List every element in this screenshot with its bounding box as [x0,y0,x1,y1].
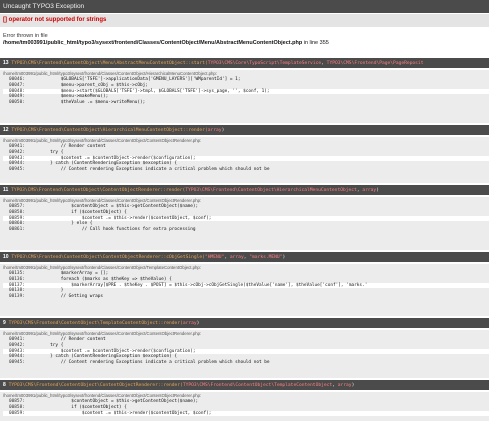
frame-argument: array [182,321,197,326]
frame-argument: "HMENU" [204,255,225,260]
line-code: // Call hook functions for extra process… [29,227,196,233]
stack-frame-header[interactable]: 10 TYPO3\CMS\Frontend\ContentObject\Cont… [0,252,489,262]
frame-argument: TYPO3\CMS\Core\TypoScript\TemplateServic… [207,61,322,66]
code-snippet: /home/tm003991/public_html/typo3/sysext/… [0,392,489,421]
line-code: try { [29,149,64,155]
stack-frame-header[interactable]: 9 TYPO3\CMS\Frontend\ContentObject\Templ… [0,318,489,328]
line-code: $GLOBALS['TSFE']->applicationData['GMENU… [29,77,241,82]
code-snippet: /home/tm003991/public_html/typo3/sysext/… [0,197,489,250]
code-line: 00139: // Getting wraps [3,294,489,300]
line-code: $content .= $contentObject->render($conf… [29,348,196,354]
code-snippet: /home/tm003991/public_html/typo3/sysext/… [0,137,489,183]
code-line: 00945: // Content rendering Exceptions i… [3,360,489,366]
frame-number: 8 [3,382,6,388]
frame-argument: array [337,383,352,388]
frame-function: TYPO3\CMS\Frontend\ContentObject\Content… [8,383,183,388]
line-number: 00945: [9,167,25,173]
code-line: 00861: // Call hook functions for extra … [3,227,489,233]
error-thrown-label: Error thrown in file [3,33,48,39]
error-line-label: in line [303,40,319,46]
error-line-number: 355 [319,40,329,46]
line-code: } else { [29,221,93,227]
frame-function: TYPO3\CMS\Frontend\ContentObject\Content… [11,188,186,193]
code-snippet: /home/tm003991/public_html/typo3/sysext/… [0,70,489,123]
frame-close-paren: ) [282,255,286,260]
code-snippet: /home/tm003991/public_html/typo3/sysext/… [0,264,489,316]
line-code: $content .= $contentObject->render($conf… [29,155,196,161]
line-code: $markerArray[$PRE . $theKey . $POST] = $… [29,282,368,288]
frame-function: TYPO3\CMS\Frontend\ContentObject\Menu\Ab… [11,61,208,66]
line-code: try { [29,342,64,348]
line-code: // Render content [29,144,106,149]
frame-argument: TYPO3\CMS\Frontend\ContentObject\Templat… [182,383,333,388]
frame-argument: "marks.MENU" [249,255,283,260]
frame-number: 10 [3,254,9,260]
line-code: } [29,288,64,294]
stack-frame-header[interactable]: 8 TYPO3\CMS\Frontend\ContentObject\Conte… [0,380,489,390]
frame-function: TYPO3\CMS\Frontend\ContentObject\Content… [11,255,205,260]
line-code: } catch (ContentRenderingException $exce… [29,354,178,360]
frame-close-paren: ) [221,128,225,133]
frame-number: 9 [3,320,6,326]
line-code: $theValue .= $menu->writeMenu(); [29,100,146,106]
line-code: // Content rendering Exceptions indicate… [29,167,270,173]
error-file-path: /home/tm003991/public_html/typo3/sysext/… [3,40,303,46]
frame-close-paren: ) [376,188,379,193]
line-code: $menu->start($GLOBALS['TSFE']->tmpl, $GL… [29,88,270,94]
line-code: // Content rendering Exceptions indicate… [29,360,270,366]
frame-function: TYPO3\CMS\Frontend\ContentObject\Hierarc… [11,128,208,133]
line-number: 00861: [9,227,25,233]
line-code: $content .= $this->render($contentObject… [29,215,212,221]
frame-number: 12 [3,127,9,133]
frame-argument: array [362,188,377,193]
line-code: if ($contentObject) { [29,209,127,215]
line-number: 00139: [9,294,25,300]
line-code: if ($contentObject) { [29,404,127,410]
line-code: $content .= $this->render($contentObject… [29,410,212,416]
frame-argument: TYPO3\CMS\Frontend\ContentObject\Hierarc… [185,188,357,193]
line-number: 00945: [9,360,25,366]
line-code: } catch (ContentRenderingException $exce… [29,161,178,167]
frame-number: 13 [3,60,9,66]
line-code: $contentObject = $this->getContentObject… [29,204,199,209]
frame-function: TYPO3\CMS\Frontend\ContentObject\Templat… [8,321,183,326]
frame-argument: array [207,128,222,133]
line-code: $contentObject = $this->getContentObject… [29,399,199,404]
frame-number: 11 [3,187,9,193]
code-line: 00050: $theValue .= $menu->writeMenu(); [3,100,489,106]
window-title: Uncaught TYPO3 Exception [0,0,489,13]
stack-frame-header[interactable]: 13 TYPO3\CMS\Frontend\ContentObject\Menu… [0,58,489,68]
frame-argument: TYPO3\CMS\Frontend\Page\PageReposit [326,61,424,66]
line-number: 00050: [9,100,25,106]
frame-close-paren: ) [351,383,355,388]
code-snippet: /home/tm003991/public_html/typo3/sysext/… [0,330,489,378]
line-code: // Render content [29,337,106,342]
code-line-highlighted: 00859: $content .= $this->render($conten… [3,410,489,417]
frame-close-paren: ) [196,321,200,326]
error-message: [] operator not supported for strings [0,14,489,27]
line-code: $markerArray = []; [29,271,109,276]
line-number: 00859: [9,410,25,416]
code-line: 00945: // Content rendering Exceptions i… [3,167,489,173]
line-code: foreach ($marks as $theKey => $theValue)… [29,276,172,282]
error-location: /home/tm003991/public_html/typo3/sysext/… [3,40,329,46]
line-code: $menu->parent_cObj = $this->cObj; [29,82,148,88]
frame-argument: array [229,255,244,260]
line-code: $menu->makeMenu(); [29,94,109,100]
stack-frame-header[interactable]: 12 TYPO3\CMS\Frontend\ContentObject\Hier… [0,125,489,135]
line-code: // Getting wraps [29,294,104,300]
stack-frame-header[interactable]: 11 TYPO3\CMS\Frontend\ContentObject\Cont… [0,185,489,195]
